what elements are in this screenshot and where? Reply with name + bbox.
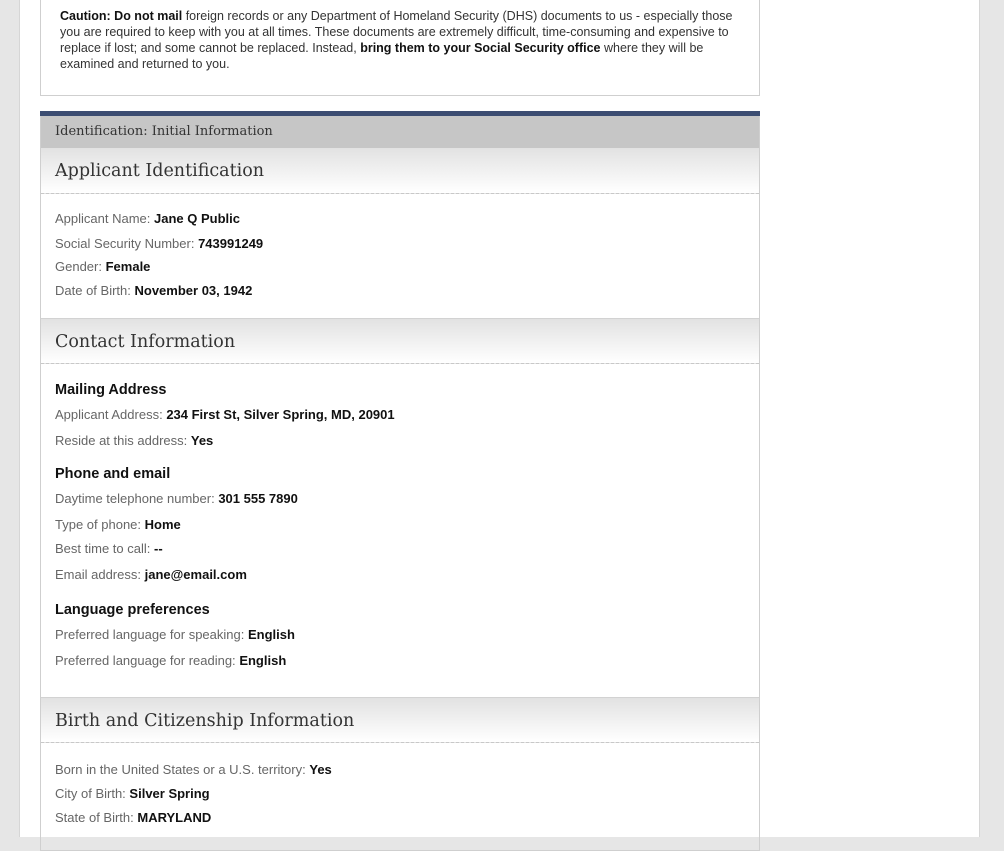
caution-do-not-mail: Do not mail: [114, 9, 183, 23]
reside-value: Yes: [190, 433, 214, 448]
state-of-birth-value: MARYLAND: [137, 810, 212, 825]
dob-row: Date of Birth: November 03, 1942: [55, 283, 252, 298]
page-content: Caution: Do not mail foreign records or …: [19, 0, 980, 851]
daytime-phone-label: Daytime telephone number:: [55, 491, 215, 506]
applicant-name-value: Jane Q Public: [154, 211, 240, 226]
contact-information-heading: Contact Information: [41, 318, 759, 364]
city-of-birth-row: City of Birth: Silver Spring: [55, 786, 210, 801]
ssn-label: Social Security Number:: [55, 236, 195, 251]
applicant-name-label: Applicant Name:: [55, 211, 151, 226]
gender-value: Female: [105, 259, 151, 274]
reside-row: Reside at this address: Yes: [55, 433, 213, 448]
mailing-address-heading: Mailing Address: [55, 382, 167, 398]
email-label: Email address:: [55, 567, 141, 582]
phone-type-row: Type of phone: Home: [55, 517, 181, 532]
city-of-birth-value: Silver Spring: [129, 786, 210, 801]
gender-row: Gender: Female: [55, 259, 150, 274]
born-us-label: Born in the United States or a U.S. terr…: [55, 762, 306, 777]
applicant-identification-section: Applicant Name: Jane Q Public Social Sec…: [41, 194, 759, 318]
speaking-language-row: Preferred language for speaking: English: [55, 627, 295, 642]
daytime-phone-value: 301 555 7890: [218, 491, 298, 506]
best-time-row: Best time to call: --: [55, 541, 163, 556]
reading-language-label: Preferred language for reading:: [55, 653, 236, 668]
address-value: 234 First St, Silver Spring, MD, 20901: [166, 407, 395, 422]
reading-language-value: English: [239, 653, 287, 668]
email-value: jane@email.com: [144, 567, 247, 582]
best-time-label: Best time to call:: [55, 541, 151, 556]
phone-type-label: Type of phone:: [55, 517, 142, 532]
email-row: Email address: jane@email.com: [55, 567, 247, 582]
born-us-value: Yes: [309, 762, 332, 777]
caution-notice: Caution: Do not mail foreign records or …: [40, 0, 760, 96]
reading-language-row: Preferred language for reading: English: [55, 653, 286, 668]
speaking-language-value: English: [247, 627, 295, 642]
daytime-phone-row: Daytime telephone number: 301 555 7890: [55, 491, 298, 506]
address-label: Applicant Address:: [55, 407, 163, 422]
city-of-birth-label: City of Birth:: [55, 786, 126, 801]
address-row: Applicant Address: 234 First St, Silver …: [55, 407, 395, 422]
best-time-value: --: [154, 541, 163, 556]
identification-bar: Identification: Initial Information: [41, 116, 759, 148]
caution-bring-office: bring them to your Social Security offic…: [360, 41, 601, 55]
state-of-birth-label: State of Birth:: [55, 810, 134, 825]
speaking-language-label: Preferred language for speaking:: [55, 627, 245, 642]
summary-panel: Identification: Initial Information Appl…: [40, 111, 760, 851]
dob-value: November 03, 1942: [134, 283, 253, 298]
gender-label: Gender:: [55, 259, 102, 274]
dob-label: Date of Birth:: [55, 283, 131, 298]
phone-email-heading: Phone and email: [55, 466, 171, 482]
caution-label: Caution:: [60, 9, 111, 23]
born-us-row: Born in the United States or a U.S. terr…: [55, 762, 332, 777]
applicant-name-row: Applicant Name: Jane Q Public: [55, 211, 240, 226]
ssn-row: Social Security Number: 743991249: [55, 236, 263, 251]
contact-information-section: Mailing Address Applicant Address: 234 F…: [41, 364, 759, 697]
ssn-value: 743991249: [198, 236, 264, 251]
birth-citizenship-heading: Birth and Citizenship Information: [41, 697, 759, 743]
applicant-identification-heading: Applicant Identification: [41, 148, 759, 194]
state-of-birth-row: State of Birth: MARYLAND: [55, 810, 211, 825]
reside-label: Reside at this address:: [55, 433, 188, 448]
phone-type-value: Home: [144, 517, 181, 532]
language-preferences-heading: Language preferences: [55, 602, 210, 618]
